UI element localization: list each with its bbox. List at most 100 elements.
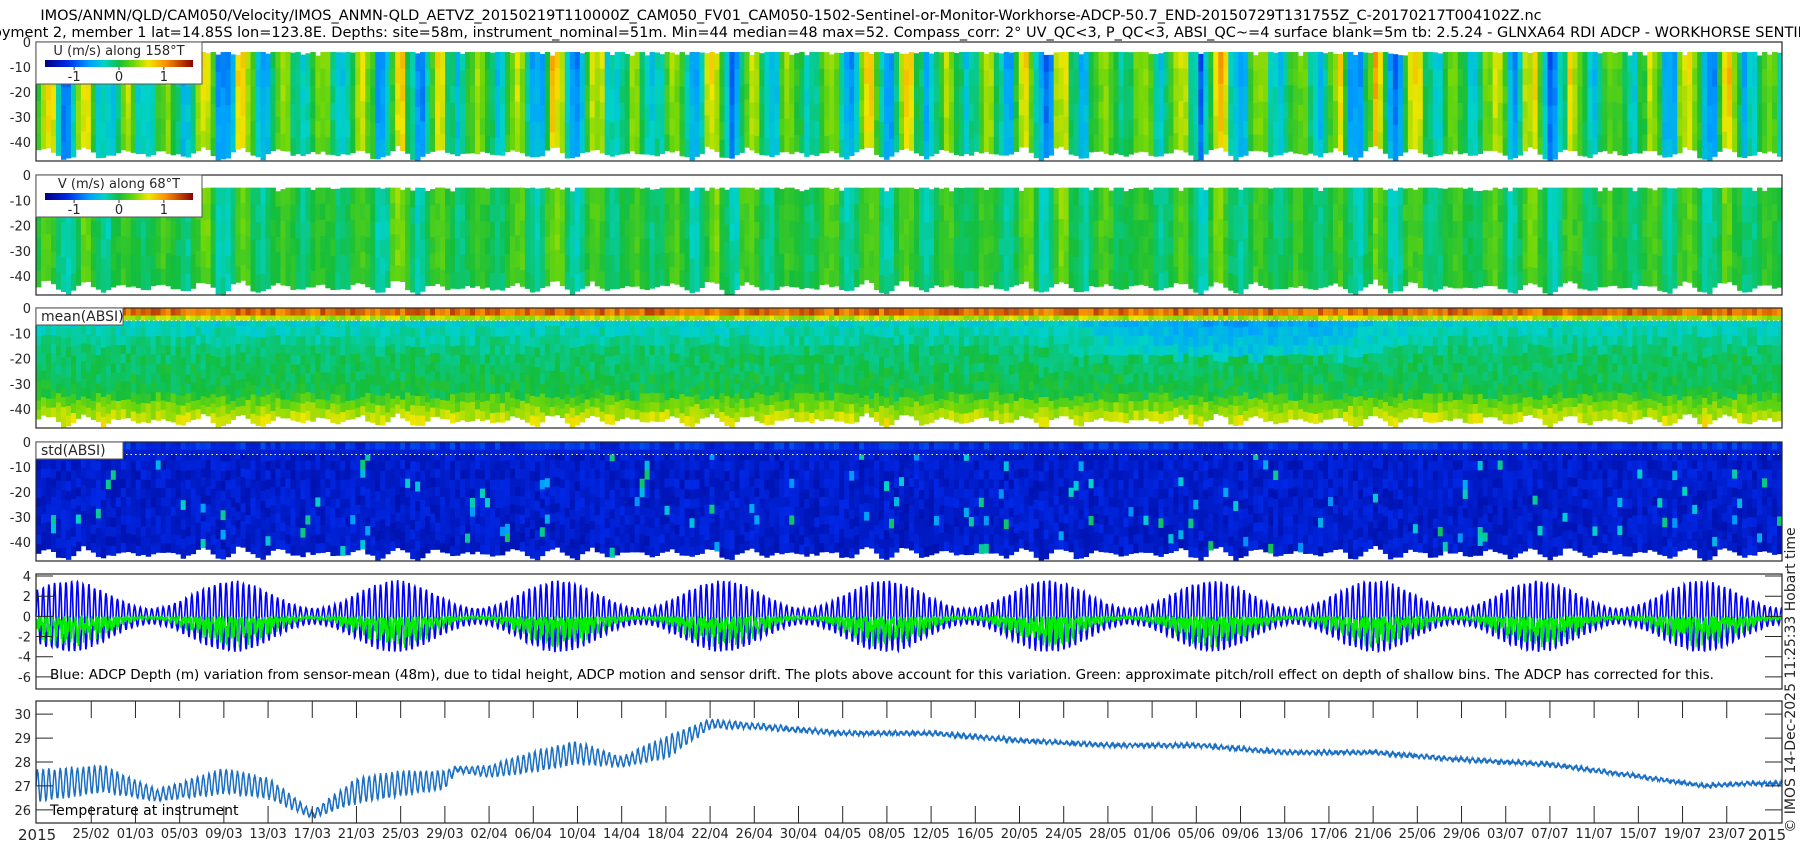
heatmap-cell — [634, 269, 641, 287]
heatmap-cell — [415, 240, 421, 260]
heatmap-cell — [315, 220, 321, 237]
heatmap-cell — [514, 118, 521, 136]
heatmap-cell — [1108, 120, 1114, 139]
heatmap-cell — [1427, 221, 1434, 239]
heatmap-cell — [1278, 238, 1284, 256]
heatmap-cell — [240, 352, 246, 362]
heatmap-cell — [265, 120, 271, 138]
heatmap-cell — [1427, 86, 1434, 105]
heatmap-cell — [1083, 104, 1089, 124]
heatmap-cell — [1153, 238, 1159, 257]
heatmap-cell — [554, 187, 561, 204]
heatmap-cell — [1098, 101, 1104, 119]
heatmap-cell — [405, 187, 411, 206]
heatmap-cell — [589, 101, 596, 118]
heatmap-cell — [874, 103, 880, 121]
heatmap-cell — [1547, 187, 1553, 206]
heatmap-cell — [140, 336, 147, 347]
heatmap-cell — [1053, 68, 1060, 85]
heatmap-cell — [1357, 122, 1364, 141]
heatmap-cell — [1712, 270, 1718, 288]
heatmap-cell — [1762, 206, 1768, 223]
heatmap-cell — [80, 396, 87, 406]
heatmap-cell — [105, 86, 112, 105]
heatmap-cell — [470, 136, 476, 154]
heatmap-cell — [70, 374, 77, 385]
heatmap-cell — [70, 122, 77, 140]
heatmap-cell — [1392, 240, 1399, 258]
heatmap-cell — [1213, 84, 1219, 101]
heatmap-cell — [210, 270, 216, 288]
heatmap-cell — [1288, 118, 1294, 136]
heatmap-cell — [55, 393, 62, 404]
heatmap-cell — [933, 52, 940, 70]
heatmap-cell — [834, 253, 840, 271]
heatmap-cell — [624, 54, 631, 71]
heatmap-cell — [380, 274, 386, 293]
heatmap-cell — [125, 390, 132, 400]
heatmap-cell — [1367, 52, 1374, 69]
heatmap-cell — [1308, 102, 1314, 120]
heatmap-cell — [998, 271, 1005, 290]
heatmap-cell — [569, 104, 576, 123]
heatmap-cell — [814, 204, 820, 222]
heatmap-cell — [1742, 87, 1748, 106]
heatmap-cell — [200, 115, 207, 132]
heatmap-cell — [125, 270, 132, 288]
heatmap-cell — [1248, 235, 1254, 253]
heatmap-cell — [709, 132, 715, 150]
heatmap-cell — [639, 137, 646, 155]
heatmap-cell — [859, 68, 865, 85]
heatmap-cell — [948, 222, 955, 239]
heatmap-cell — [1662, 69, 1668, 88]
heatmap-cell — [1063, 100, 1070, 118]
heatmap-cell — [799, 191, 805, 208]
heatmap-cell — [859, 219, 865, 237]
heatmap-cell — [809, 254, 815, 272]
heatmap-cell — [894, 85, 900, 103]
heatmap-cell — [175, 337, 182, 348]
heatmap-cell — [993, 52, 1000, 70]
heatmap-cell — [175, 395, 182, 406]
heatmap-cell — [85, 335, 92, 345]
heatmap-cell — [1357, 273, 1364, 291]
heatmap-cell — [1602, 237, 1608, 255]
heatmap-cell — [1622, 254, 1628, 272]
heatmap-cell — [714, 135, 720, 152]
heatmap-cell — [804, 139, 810, 157]
heatmap-cell — [1053, 52, 1060, 69]
heatmap-cell — [1662, 139, 1668, 158]
heatmap-cell — [1038, 124, 1045, 143]
heatmap-cell — [1682, 131, 1688, 148]
heatmap-cell — [315, 104, 321, 122]
heatmap-cell — [1487, 68, 1494, 86]
heatmap-cell — [220, 415, 226, 427]
heatmap-cell — [764, 272, 770, 290]
heatmap-cell — [145, 255, 152, 274]
heatmap-cell — [135, 308, 142, 316]
heatmap-cell — [1682, 187, 1688, 204]
heatmap-cell — [170, 238, 177, 256]
heatmap-cell — [360, 68, 366, 86]
heatmap-cell — [140, 272, 147, 290]
heatmap-cell — [913, 136, 920, 154]
heatmap-cell — [629, 270, 636, 287]
heatmap-cell — [120, 399, 127, 410]
heatmap-cell — [140, 364, 147, 375]
heatmap-cell — [1313, 255, 1319, 273]
heatmap-cell — [1462, 221, 1469, 239]
heatmap-cell — [1382, 206, 1389, 224]
heatmap-cell — [1143, 269, 1149, 286]
heatmap-cell — [400, 189, 406, 206]
heatmap-cell — [799, 239, 805, 257]
heatmap-cell — [674, 54, 680, 71]
heatmap-cell — [235, 219, 241, 236]
heatmap-cell — [1507, 275, 1514, 293]
heatmap-cell — [519, 253, 526, 271]
heatmap-cell — [644, 137, 650, 155]
heatmap-cell — [764, 138, 770, 156]
heatmap-cell — [1303, 271, 1309, 289]
heatmap-cell — [1412, 220, 1419, 237]
heatmap-cell — [804, 88, 810, 107]
heatmap-cell — [380, 188, 386, 207]
